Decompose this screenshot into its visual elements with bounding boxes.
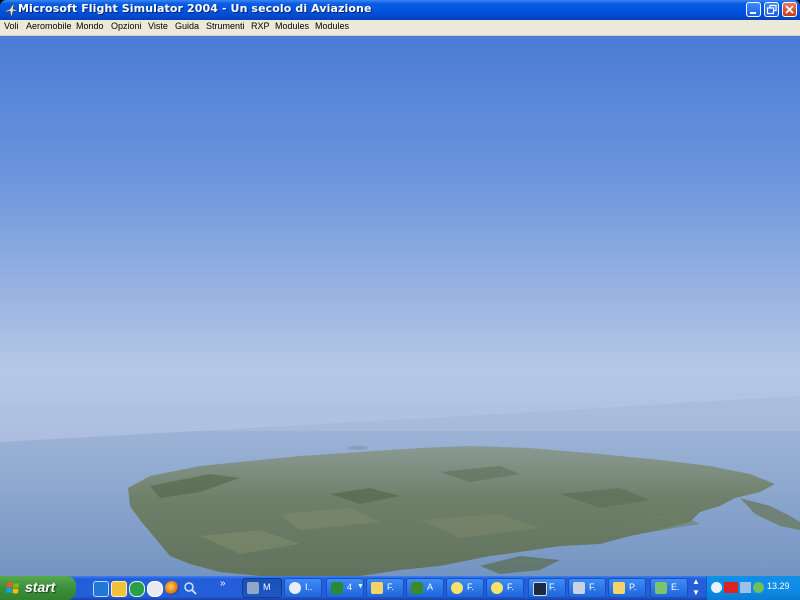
fs-icon — [491, 582, 503, 594]
menu-modules-1[interactable]: Modules — [275, 21, 309, 31]
menu-strumenti[interactable]: Strumenti — [206, 21, 245, 31]
volume-icon[interactable] — [740, 582, 751, 593]
restore-button[interactable] — [764, 2, 779, 17]
search-icon[interactable] — [183, 581, 197, 595]
menu-viste[interactable]: Viste — [148, 21, 168, 31]
ie-icon — [289, 582, 301, 594]
antivirus-icon[interactable] — [724, 582, 738, 593]
folder-icon — [371, 582, 383, 594]
minimize-icon — [750, 12, 756, 14]
menu-aeromobile[interactable]: Aeromobile — [26, 21, 72, 31]
clock: 13.29 — [767, 581, 790, 591]
window-title: Microsoft Flight Simulator 2004 - Un sec… — [18, 2, 372, 15]
landscape-view — [0, 36, 800, 576]
minimize-button[interactable] — [746, 2, 761, 17]
start-label: start — [25, 579, 56, 595]
task-button[interactable]: F. — [528, 578, 566, 598]
taskbar: start » M I.. 4 ▼ F. A F. F. F. F. P. E.… — [0, 576, 800, 600]
task-label: P. — [629, 582, 637, 592]
plane-icon — [4, 3, 18, 17]
quicklaunch-chevron[interactable]: » — [220, 578, 226, 589]
task-label: F. — [387, 582, 395, 592]
network-icon — [655, 582, 667, 594]
task-button[interactable]: I.. — [284, 578, 322, 598]
task-label: M — [263, 582, 271, 592]
task-label: F. — [589, 582, 597, 592]
task-button[interactable]: F. — [568, 578, 606, 598]
fs-icon — [451, 582, 463, 594]
close-button[interactable] — [782, 2, 797, 17]
system-tray: 13.29 — [706, 576, 800, 600]
title-bar[interactable]: Microsoft Flight Simulator 2004 - Un sec… — [0, 0, 800, 20]
app-icon — [411, 582, 423, 594]
plane-icon — [247, 582, 259, 594]
task-button[interactable]: M — [242, 578, 282, 598]
menu-mondo[interactable]: Mondo — [76, 21, 104, 31]
windows-flag-icon — [6, 582, 19, 594]
menu-voli[interactable]: Voli — [4, 21, 19, 31]
task-label: F. — [467, 582, 475, 592]
task-button[interactable]: F. — [486, 578, 524, 598]
menu-bar: Voli Aeromobile Mondo Opzioni Viste Guid… — [0, 20, 800, 36]
chevron-down-icon: ▼ — [357, 583, 364, 590]
menu-rxp[interactable]: RXP — [251, 21, 270, 31]
task-button[interactable]: E. — [650, 578, 688, 598]
window-icon — [533, 582, 547, 596]
close-icon — [785, 5, 794, 14]
network-icon[interactable] — [753, 582, 764, 593]
task-button[interactable]: 4 ▼ — [326, 578, 364, 598]
task-label: 4 — [347, 582, 353, 592]
restore-icon — [766, 4, 777, 15]
task-label: F. — [507, 582, 515, 592]
winamp-icon[interactable] — [111, 581, 127, 597]
simulator-viewport[interactable] — [0, 36, 800, 576]
task-button[interactable]: F. — [446, 578, 484, 598]
paint-icon — [613, 582, 625, 594]
task-label: I.. — [305, 582, 313, 592]
media-icon[interactable] — [147, 581, 163, 597]
firefox-icon[interactable] — [165, 581, 179, 595]
task-button[interactable]: F. — [366, 578, 404, 598]
excel-icon — [331, 582, 343, 594]
menu-modules-2[interactable]: Modules — [315, 21, 349, 31]
messenger-icon[interactable] — [129, 581, 145, 597]
task-button[interactable]: A — [406, 578, 444, 598]
task-button[interactable]: P. — [608, 578, 646, 598]
tray-icon[interactable] — [711, 582, 722, 593]
task-label: F. — [549, 582, 557, 592]
ie-icon[interactable] — [93, 581, 109, 597]
plane-icon — [573, 582, 585, 594]
start-button[interactable]: start — [0, 576, 76, 600]
task-label: E. — [671, 582, 680, 592]
menu-opzioni[interactable]: Opzioni — [111, 21, 142, 31]
scroll-up-icon[interactable]: ▲ — [692, 577, 700, 586]
menu-guida[interactable]: Guida — [175, 21, 199, 31]
task-label: A — [427, 582, 434, 592]
scroll-down-icon[interactable]: ▼ — [692, 588, 700, 597]
